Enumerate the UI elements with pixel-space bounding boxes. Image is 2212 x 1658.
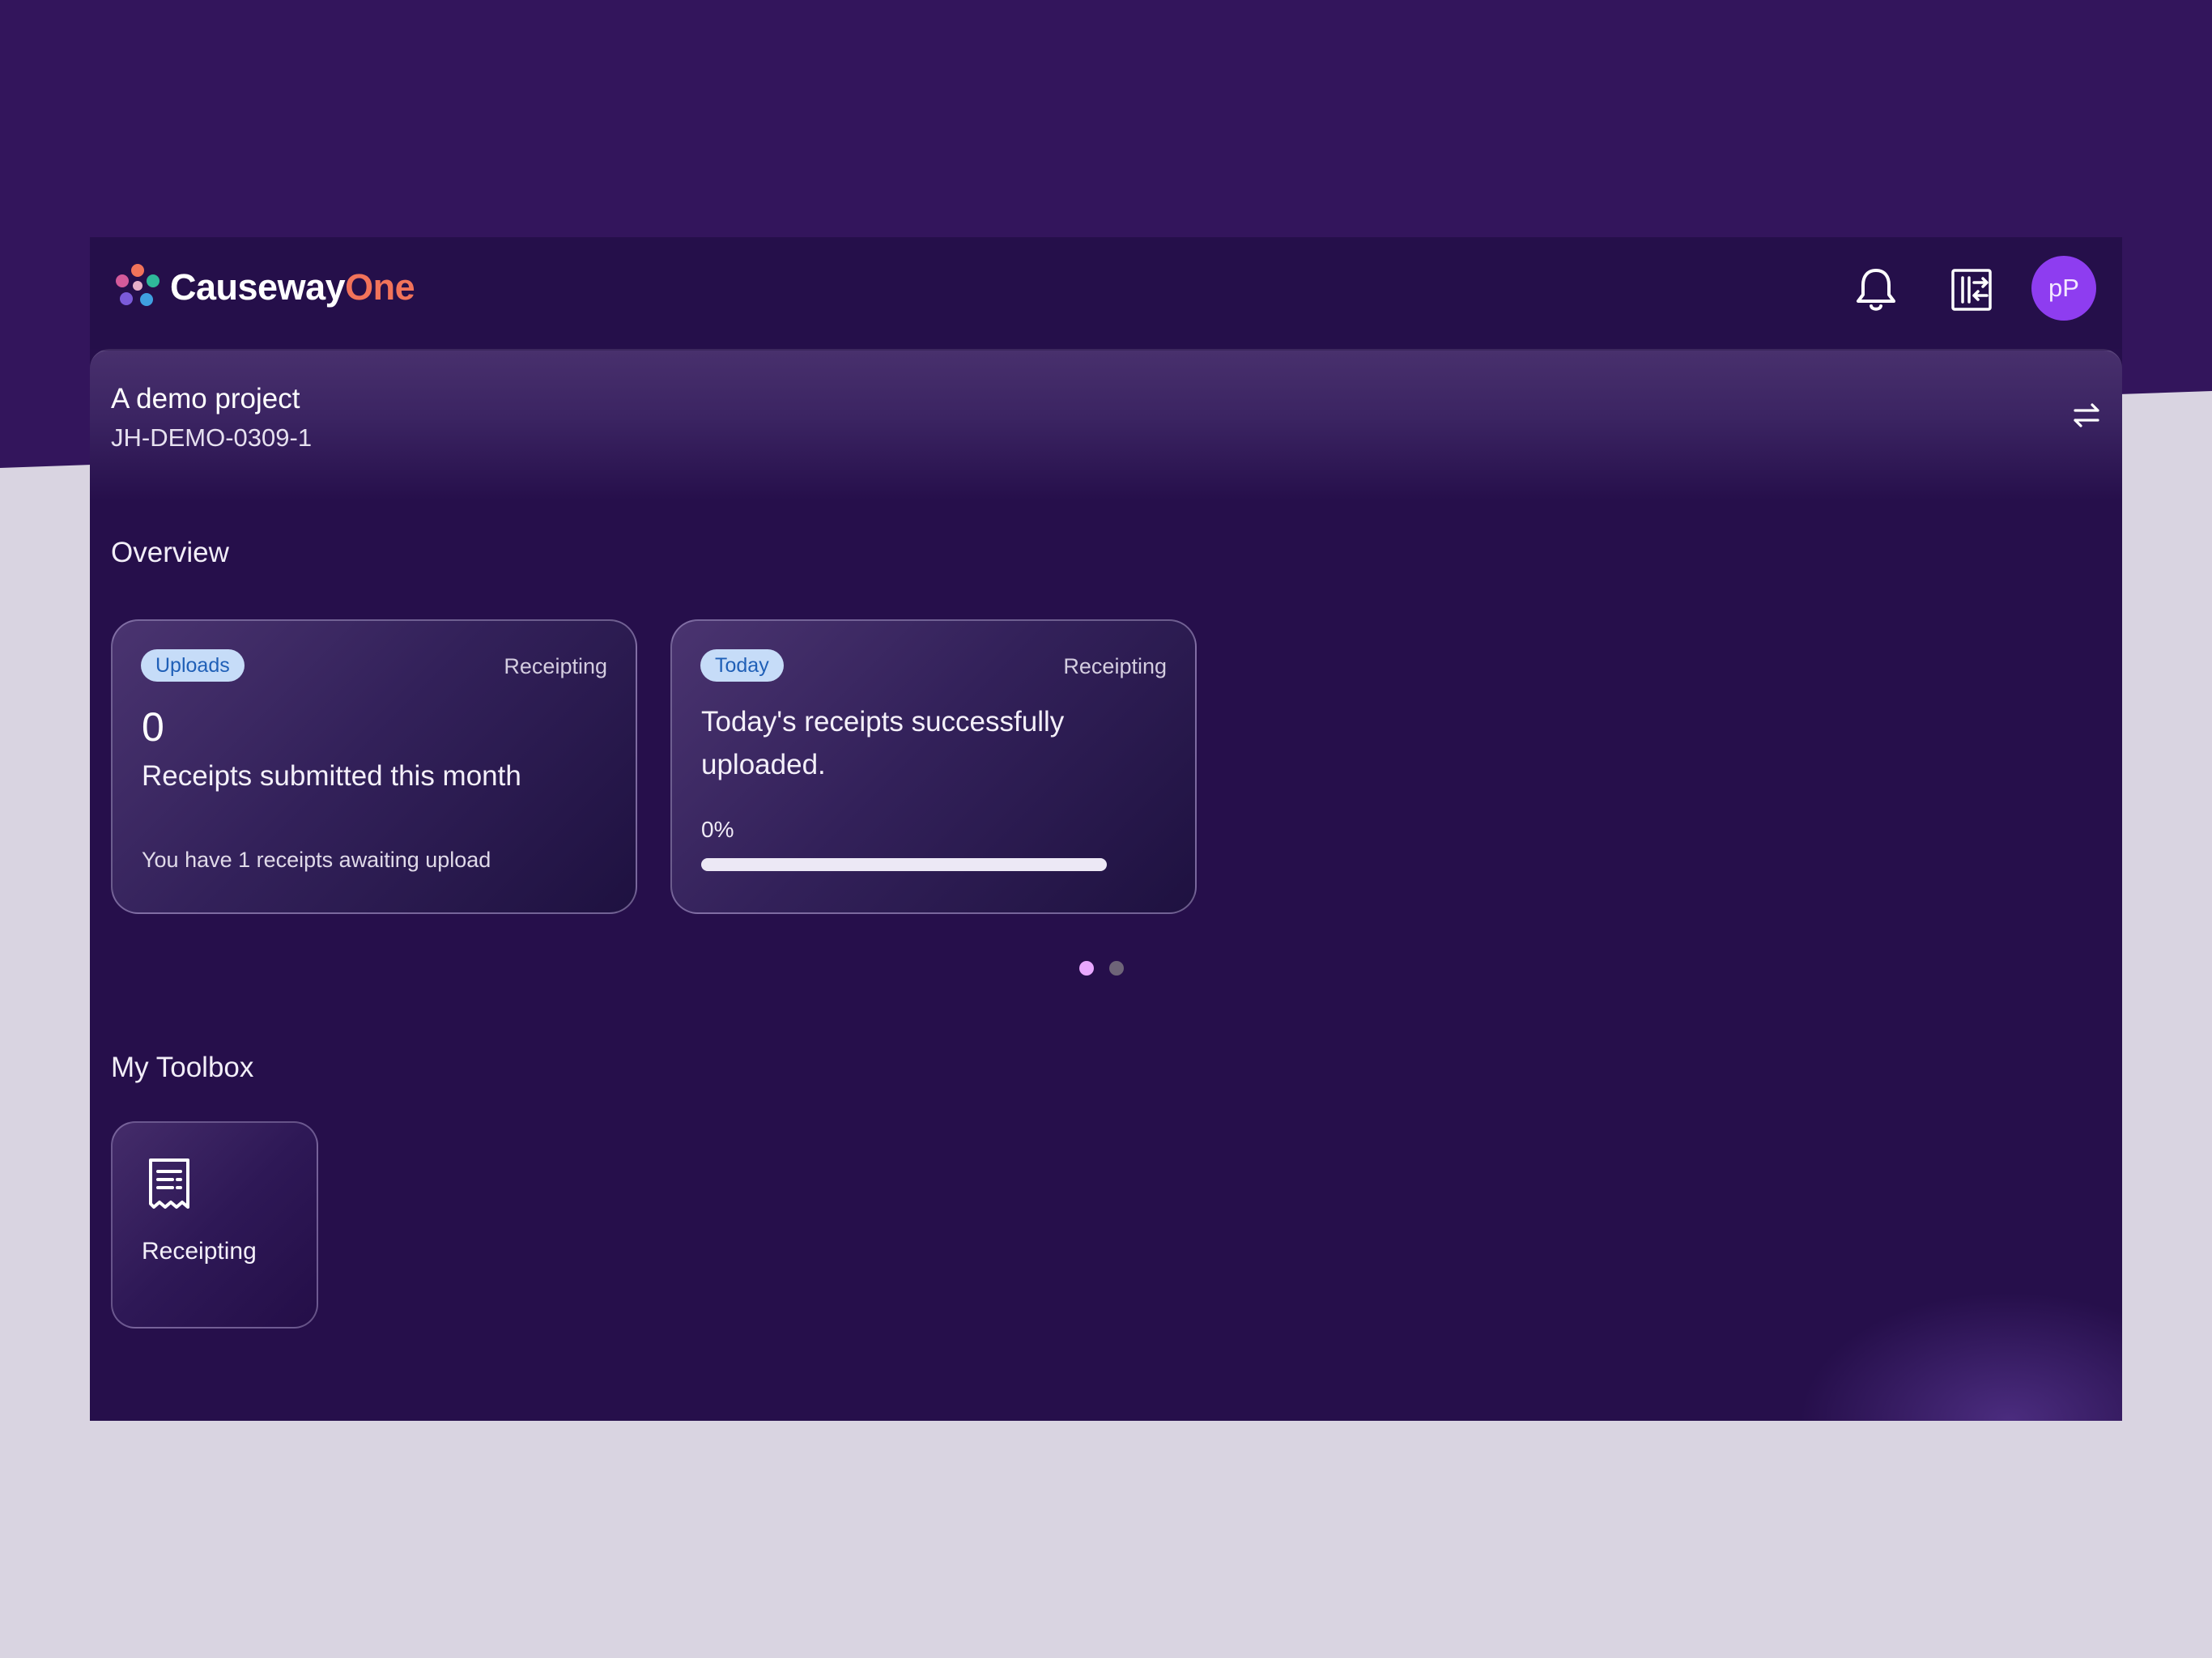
progress-bar [701, 858, 1107, 871]
toolbox-item-receipting[interactable]: Receipting [111, 1121, 318, 1329]
today-card[interactable]: Today Receipting Today's receipts succes… [670, 619, 1197, 914]
overview-heading: Overview [111, 537, 229, 568]
project-name: A demo project [111, 383, 300, 414]
project-code: JH-DEMO-0309-1 [111, 423, 313, 452]
swap-icon [2074, 403, 2099, 427]
causeway-logo-icon [116, 264, 160, 306]
uploads-card[interactable]: Uploads Receipting 0 Receipts submitted … [111, 619, 637, 914]
app-header: CausewayOne pP [90, 237, 2122, 349]
uploads-tag: Uploads [141, 649, 245, 682]
switch-app-button[interactable] [1944, 261, 2001, 318]
today-description: Today's receipts successfully uploaded. [701, 706, 1065, 780]
progress-percent: 0% [701, 817, 734, 842]
bell-icon [1857, 269, 1895, 311]
pagination-dot-2[interactable] [1109, 961, 1124, 976]
notifications-button[interactable] [1848, 261, 1904, 318]
receipt-icon [149, 1158, 189, 1209]
today-tag: Today [700, 649, 784, 682]
pagination-dot-1[interactable] [1079, 961, 1094, 976]
receipts-description: Receipts submitted this month [142, 760, 521, 792]
toolbox-heading: My Toolbox [111, 1052, 254, 1083]
brand-name-causeway: Causeway [170, 266, 346, 308]
switch-project-button[interactable] [2062, 391, 2111, 440]
card-category: Receipting [504, 654, 607, 678]
brand-name-one: One [345, 266, 415, 308]
toolbox-item-label: Receipting [142, 1238, 257, 1265]
user-avatar[interactable]: pP [2031, 256, 2096, 321]
brand-name: CausewayOne [170, 266, 415, 308]
carousel-pagination [1079, 961, 1124, 976]
card-category: Receipting [1063, 654, 1167, 678]
project-bar: A demo project JH-DEMO-0309-1 [90, 349, 2122, 500]
awaiting-upload-text: You have 1 receipts awaiting upload [142, 848, 491, 872]
receipts-count: 0 [142, 704, 164, 750]
switch-app-icon [1951, 269, 1992, 311]
corner-glow [1798, 1291, 2122, 1421]
app-window: CausewayOne pP A demo project JH-DEMO-03… [90, 237, 2122, 1421]
